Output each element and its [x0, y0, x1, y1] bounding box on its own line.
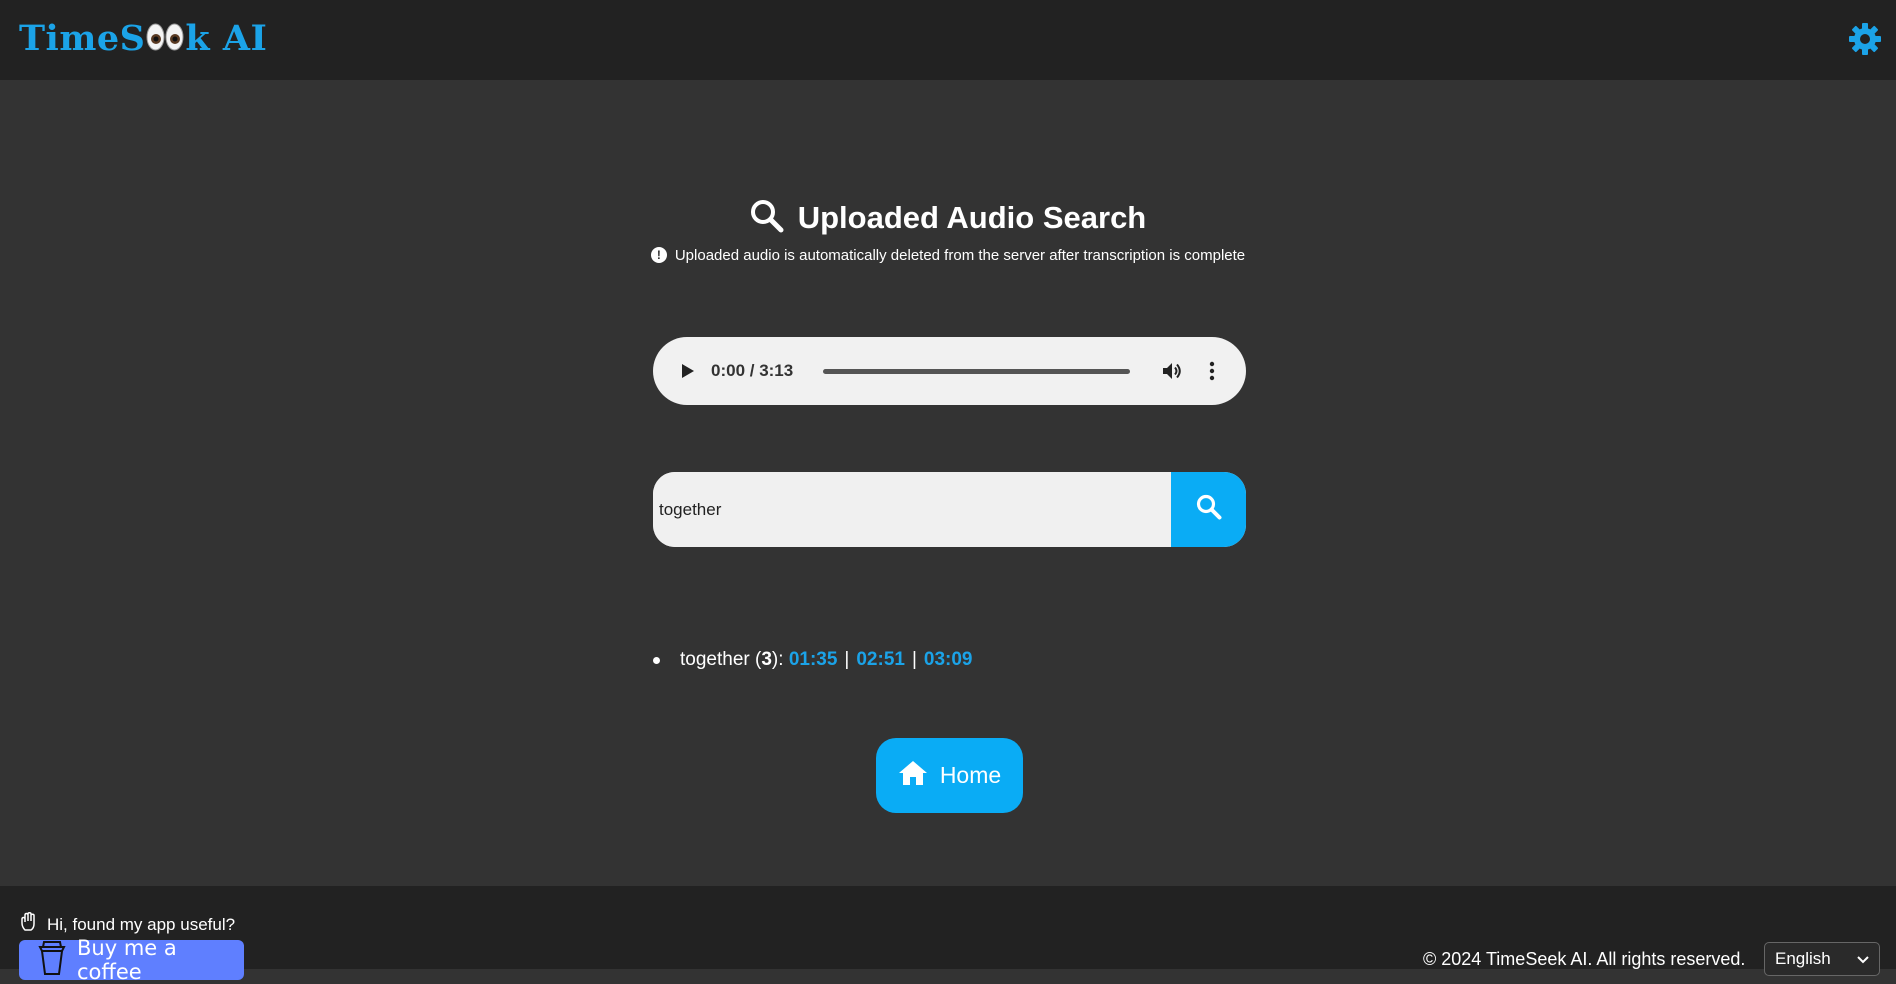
greeting-text: Hi, found my app useful? [47, 914, 236, 934]
timestamp-link[interactable]: 01:35 [789, 649, 838, 671]
deletion-notice: ! Uploaded audio is automatically delete… [0, 244, 1896, 266]
page-header: Uploaded Audio Search [0, 193, 1896, 243]
footer: Hi, found my app useful? Buy me a coffee… [0, 886, 1896, 984]
page-title: Uploaded Audio Search [797, 200, 1147, 235]
chevron-down-icon [1857, 949, 1869, 969]
result-word: together [680, 649, 750, 670]
logo-text-start: TimeS [19, 18, 146, 59]
timestamp-link[interactable]: 03:09 [924, 649, 973, 671]
main-content: Uploaded Audio Search ! Uploaded audio i… [0, 80, 1896, 886]
volume-icon[interactable] [1160, 359, 1184, 383]
playback-time: 0:00 / 3:13 [711, 361, 794, 380]
search-icon [750, 199, 784, 238]
play-icon[interactable] [677, 361, 697, 381]
home-icon [898, 760, 928, 792]
result-item: together (3): 01:35 | 02:51 | 03:09 [653, 649, 1246, 671]
search-results: together (3): 01:35 | 02:51 | 03:09 [653, 649, 1246, 671]
waving-hand-icon [19, 912, 39, 937]
result-count: 3 [761, 649, 772, 670]
copyright-text: © 2024 TimeSeek AI. All rights reserved. [1423, 949, 1746, 969]
separator: | [911, 649, 917, 670]
app-logo[interactable]: TimeS k AI [19, 17, 267, 63]
eyes-icon [146, 19, 184, 63]
search-button[interactable] [1171, 472, 1246, 547]
logo-text-end: k AI [185, 18, 268, 59]
language-value: English [1775, 949, 1831, 968]
home-button[interactable]: Home [876, 738, 1023, 813]
support-greeting: Hi, found my app useful? [19, 912, 235, 937]
notice-text: Uploaded audio is automatically deleted … [674, 246, 1246, 264]
search-bar [653, 472, 1246, 547]
timestamp-link[interactable]: 02:51 [856, 649, 905, 671]
coffee-cup-icon [37, 940, 67, 980]
coffee-button-label: Buy me a coffee [77, 936, 177, 984]
home-button-label: Home [939, 762, 1002, 788]
search-input[interactable] [653, 472, 1171, 547]
gear-icon[interactable] [1848, 22, 1882, 56]
separator: | [844, 649, 850, 670]
more-options-icon[interactable] [1202, 359, 1222, 383]
playback-progress-bar[interactable] [823, 368, 1130, 374]
buy-coffee-button[interactable]: Buy me a coffee [19, 936, 244, 984]
exclamation-icon: ! [650, 247, 667, 263]
top-bar: TimeS k AI [0, 0, 1896, 80]
search-icon [1196, 494, 1222, 525]
audio-player: 0:00 / 3:13 [653, 337, 1246, 405]
language-select[interactable]: English [1764, 942, 1880, 976]
bullet [653, 656, 660, 664]
